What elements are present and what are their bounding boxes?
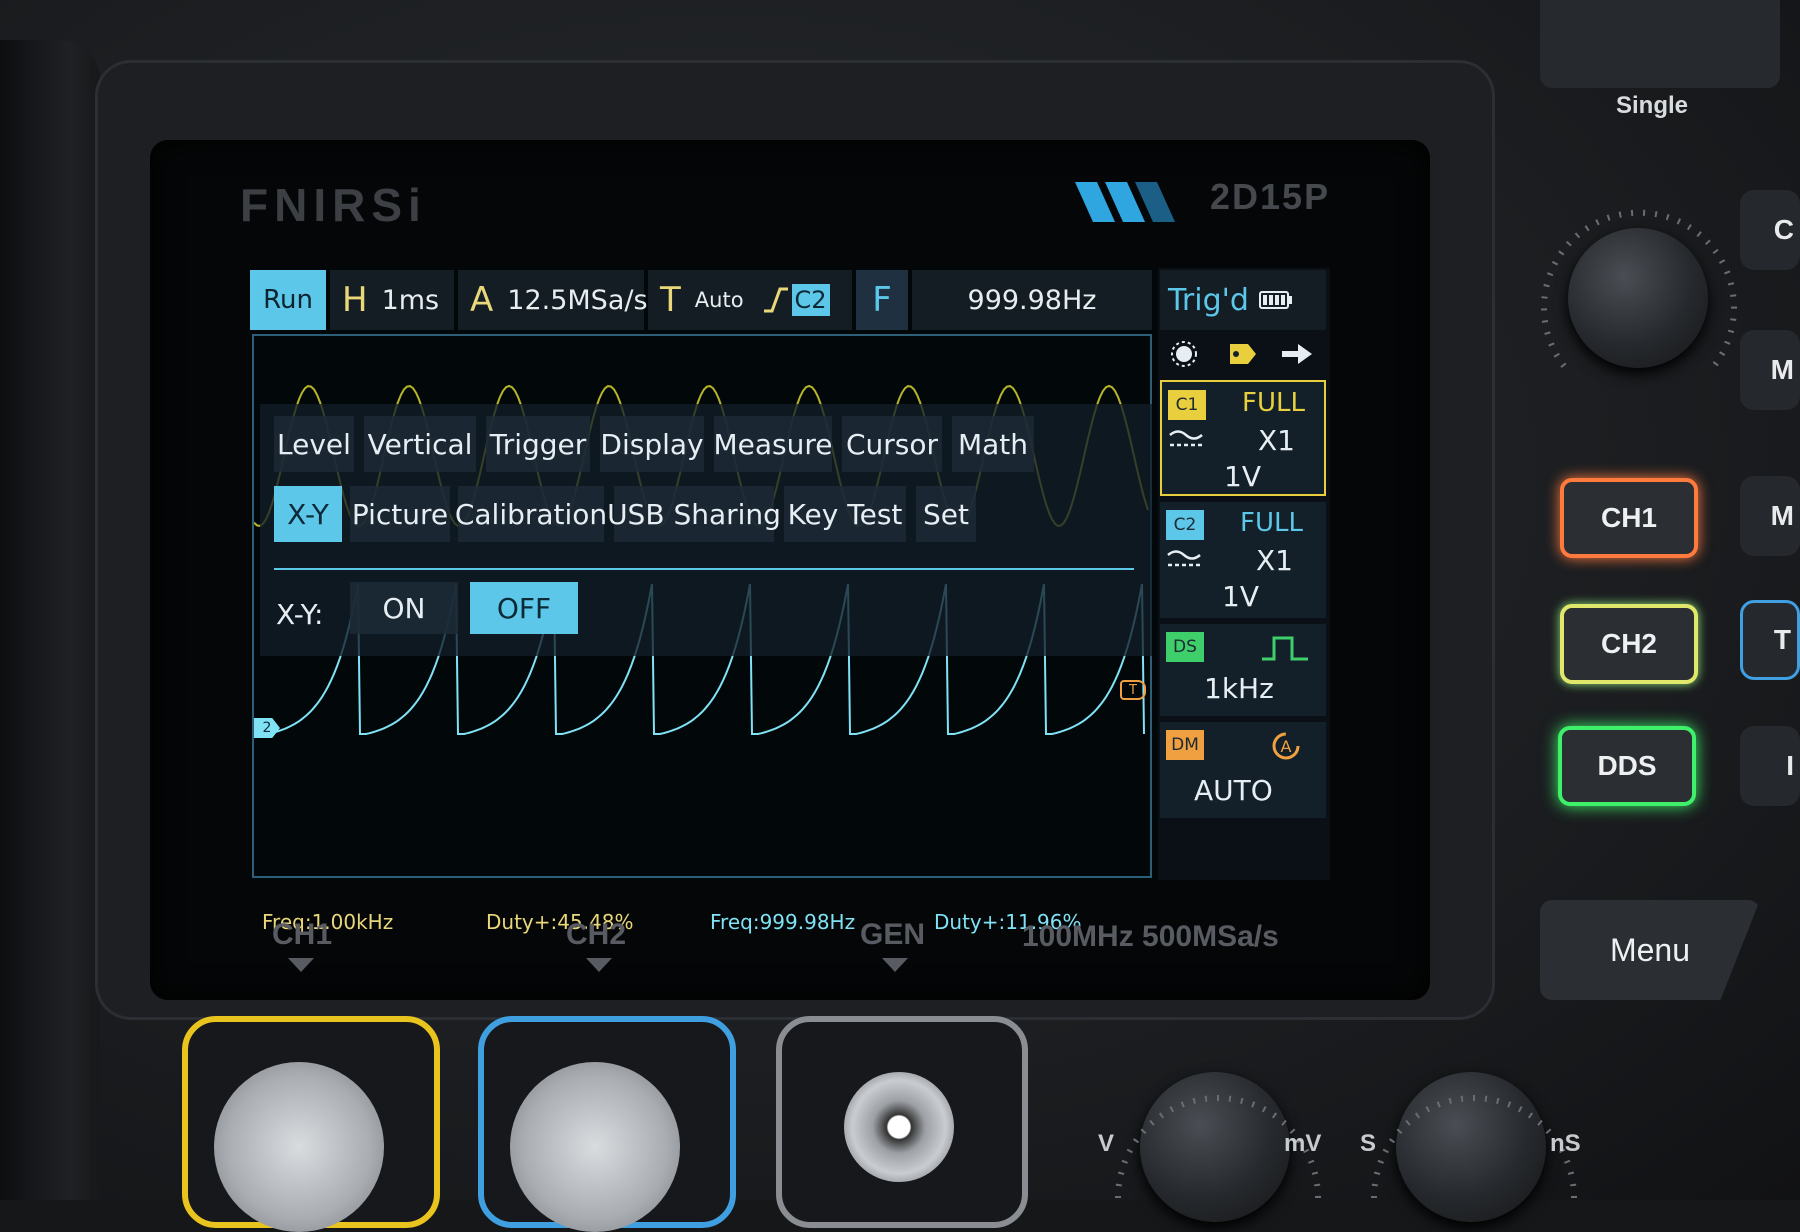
rising-edge-icon: [763, 287, 788, 313]
xy-on-option[interactable]: ON: [350, 582, 458, 634]
ch1-ac-coupling-icon: [1169, 430, 1203, 447]
ch1-port-arrow-icon: [288, 958, 314, 972]
timebase-field[interactable]: H 1ms: [330, 270, 454, 330]
ch1-port-label: CH1: [272, 918, 333, 951]
ch2-port-arrow-icon: [586, 958, 612, 972]
trigger-field[interactable]: T Auto C2: [648, 270, 852, 330]
side-key-m-1[interactable]: M: [1740, 330, 1800, 410]
ch1-tag: C1: [1168, 390, 1206, 420]
knob-dial-dots-icon: [1541, 209, 1737, 368]
xy-off-option[interactable]: OFF: [470, 582, 578, 634]
time-knob-dots-icon: [1371, 1095, 1577, 1199]
menu-item-usb-sharing[interactable]: USB Sharing: [607, 486, 781, 542]
trigger-source: C2: [791, 284, 830, 316]
frequency-key-cell: F: [856, 270, 908, 330]
menu-item-calibration[interactable]: Calibration: [455, 486, 607, 542]
model-name: 2D15P: [1210, 176, 1331, 217]
knob-label-mv: mV: [1284, 1130, 1322, 1157]
frequency-field: 999.98Hz: [912, 270, 1152, 330]
frequency-key: F: [872, 280, 892, 320]
menu-item-key-test[interactable]: Key Test: [784, 486, 906, 542]
run-stop-badge[interactable]: Run: [250, 270, 326, 330]
brand-logo: FNIRSi: [240, 179, 427, 231]
ch2-button[interactable]: CH2: [1560, 604, 1698, 684]
svg-text:A: A: [1281, 737, 1292, 756]
ch1-input-port[interactable]: [182, 1016, 440, 1232]
dmm-settings-card[interactable]: DM A AUTO: [1160, 722, 1326, 818]
gen-output-port[interactable]: [776, 1016, 1028, 1228]
left-side-rail: [0, 40, 100, 1200]
menu-item-cursor[interactable]: Cursor: [842, 416, 942, 472]
menu-item-measure[interactable]: Measure: [714, 416, 833, 472]
ch2-bnc-connector: [510, 1062, 680, 1232]
ch2-frequency-readout: Freq:999.98Hz: [710, 910, 856, 934]
side-key-m-2[interactable]: M: [1740, 476, 1800, 556]
dmm-mode: AUTO: [1194, 774, 1273, 807]
side-key-c[interactable]: C: [1740, 190, 1800, 270]
spec-label: 100MHz 500MSa/s: [1022, 920, 1279, 953]
menu-item-math[interactable]: Math: [952, 416, 1034, 472]
menu-item-display[interactable]: Display: [600, 416, 704, 472]
ch2-input-port[interactable]: [478, 1016, 736, 1232]
xy-mode-label: X-Y:: [276, 598, 324, 631]
brightness-icon[interactable]: [1170, 340, 1198, 368]
trigger-status: Trig'd: [1168, 282, 1249, 318]
dds-tag: DS: [1166, 632, 1204, 662]
gen-bnc-connector: [844, 1072, 954, 1182]
ch2-probe: X1: [1256, 544, 1293, 577]
model-stripes-icon: [1075, 182, 1175, 222]
knob-label-v: V: [1098, 1130, 1115, 1157]
sample-rate-value: 12.5MSa/s: [507, 284, 648, 316]
dds-frequency: 1kHz: [1204, 672, 1274, 705]
ch2-ac-coupling-icon: [1167, 550, 1201, 567]
ch2-scale: 1V: [1222, 580, 1259, 613]
menu-item-level[interactable]: Level: [274, 416, 354, 472]
ch1-scale: 1V: [1224, 460, 1261, 493]
lcd-display: Run H 1ms A 12.5MSa/s T Auto C2 F 999.98…: [248, 268, 1330, 934]
side-key-t[interactable]: T: [1740, 600, 1800, 680]
menu-item-trigger[interactable]: Trigger: [486, 416, 590, 472]
menu-item-vertical[interactable]: Vertical: [364, 416, 476, 472]
tag-icon[interactable]: [1228, 342, 1258, 366]
timebase-value: 1ms: [381, 284, 440, 316]
dds-button[interactable]: DDS: [1558, 726, 1696, 806]
battery-icon: [1258, 291, 1292, 309]
gen-port-arrow-icon: [882, 958, 908, 972]
ch1-probe: X1: [1258, 424, 1295, 457]
menu-item-xy[interactable]: X-Y: [274, 486, 342, 542]
dds-settings-card[interactable]: DS 1kHz: [1160, 624, 1326, 716]
timebase-key: H: [342, 280, 368, 320]
knob-label-s: S: [1360, 1130, 1377, 1157]
ch2-tag: C2: [1166, 510, 1204, 540]
single-button[interactable]: [1540, 0, 1780, 88]
ch1-bandwidth: FULL: [1242, 388, 1305, 418]
frequency-value: 999.98Hz: [967, 284, 1097, 316]
trigger-level-marker[interactable]: T: [1120, 680, 1146, 700]
arrow-right-icon[interactable]: [1280, 342, 1314, 366]
single-button-label: Single: [1616, 92, 1689, 119]
menu-item-picture[interactable]: Picture: [350, 486, 450, 542]
gen-port-label: GEN: [860, 918, 926, 951]
auto-range-icon: A: [1272, 732, 1300, 760]
sample-rate-field[interactable]: A 12.5MSa/s: [458, 270, 648, 330]
sample-rate-key: A: [470, 280, 494, 320]
menu-divider: [274, 568, 1134, 570]
side-key-i[interactable]: I: [1740, 726, 1800, 806]
trigger-key: T: [660, 280, 681, 320]
knob-label-ns: nS: [1550, 1130, 1581, 1157]
channel-side-panel: Trig'd C1 FULL X1 1V C2 FULL X1 1V DS 1k…: [1158, 268, 1330, 880]
ch1-button[interactable]: CH1: [1560, 478, 1698, 558]
trigger-mode: Auto: [694, 288, 744, 312]
ch1-settings-card[interactable]: C1 FULL X1 1V: [1160, 380, 1326, 496]
ch2-bandwidth: FULL: [1240, 508, 1303, 538]
menu-item-set[interactable]: Set: [916, 486, 976, 542]
volts-knob-dots-icon: [1115, 1095, 1321, 1199]
trigger-status-cell: Trig'd: [1160, 270, 1326, 330]
square-wave-icon: [1262, 636, 1308, 661]
dmm-tag: DM: [1166, 730, 1204, 760]
ch1-bnc-connector: [214, 1062, 384, 1232]
waveform-plot[interactable]: Level Vertical Trigger Display Measure C…: [252, 334, 1152, 934]
ch2-settings-card[interactable]: C2 FULL X1 1V: [1160, 502, 1326, 618]
ch2-port-label: CH2: [566, 918, 627, 951]
